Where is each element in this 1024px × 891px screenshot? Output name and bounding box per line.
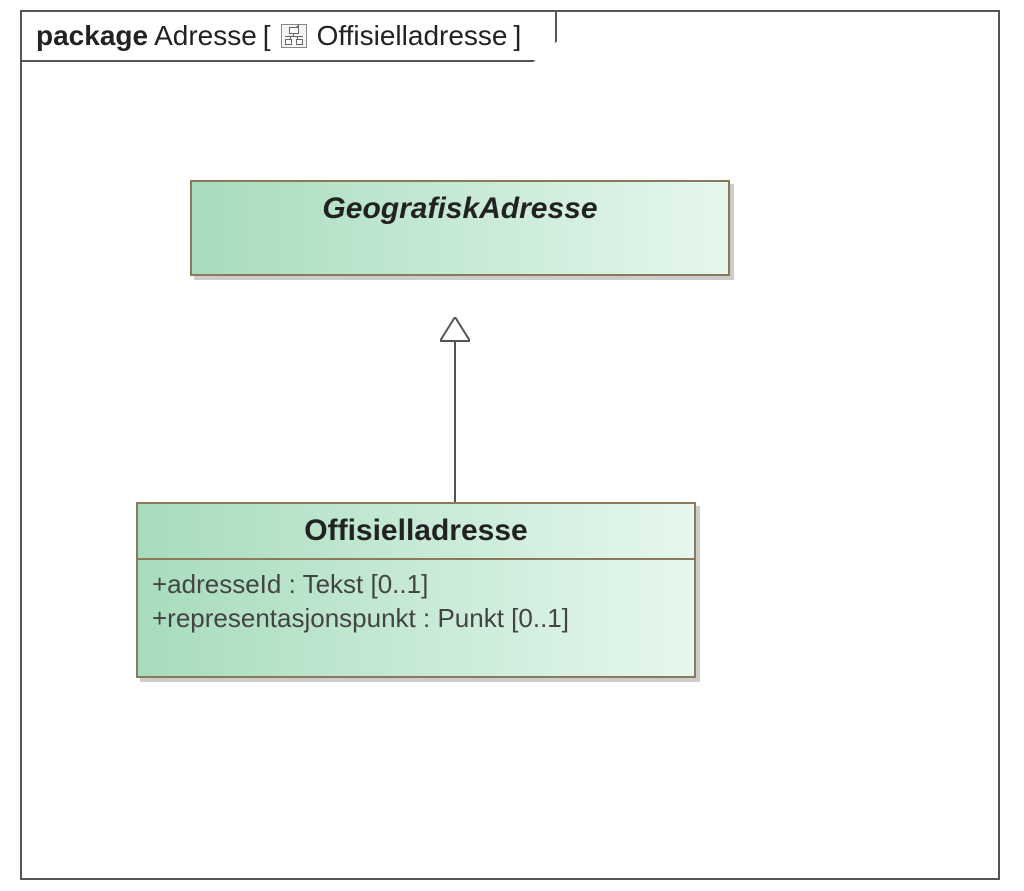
package-frame: package Adresse [ Offisielladresse ] Geo…: [20, 10, 1000, 880]
bracket-close: ]: [513, 20, 521, 52]
class-name-label: GeografiskAdresse: [192, 182, 728, 274]
generalization-arrow: [440, 317, 470, 502]
class-diagram-icon: [281, 24, 307, 48]
class-offisiell-adresse: Offisielladresse +adresseId : Tekst [0..…: [136, 502, 696, 678]
attribute-row: +adresseId : Tekst [0..1]: [152, 568, 680, 602]
class-name-label: Offisielladresse: [138, 504, 694, 558]
package-keyword: package: [36, 20, 148, 52]
bracket-open: [: [263, 20, 271, 52]
diagram-name: Offisielladresse: [317, 20, 508, 52]
class-geografisk-adresse: GeografiskAdresse: [190, 180, 730, 276]
package-header: package Adresse [ Offisielladresse ]: [20, 10, 557, 62]
attribute-row: +representasjonspunkt : Punkt [0..1]: [152, 602, 680, 636]
attributes-compartment: +adresseId : Tekst [0..1] +representasjo…: [138, 558, 694, 676]
package-name: Adresse: [154, 20, 257, 52]
